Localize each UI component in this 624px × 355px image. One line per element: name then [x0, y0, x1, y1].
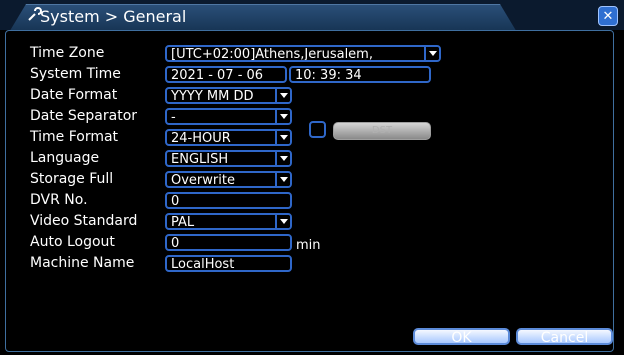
dst-checkbox[interactable] — [309, 121, 326, 138]
auto-logout-label: Auto Logout — [30, 234, 115, 250]
language-value: ENGLISH — [171, 152, 229, 167]
chevron-down-icon — [275, 152, 290, 165]
time-zone-dropdown[interactable]: [UTC+02:00]Athens,Jerusalem, — [165, 45, 441, 62]
video-standard-value: PAL — [171, 215, 195, 230]
date-separator-label: Date Separator — [30, 108, 138, 124]
date-separator-dropdown[interactable]: - — [165, 108, 292, 125]
chevron-down-icon — [275, 110, 290, 123]
time-format-label: Time Format — [30, 129, 119, 145]
chevron-down-icon — [275, 89, 290, 102]
system-time-field[interactable]: 10: 39: 34 — [289, 66, 431, 83]
dvr-no-field[interactable]: 0 — [165, 192, 292, 209]
system-date-field[interactable]: 2021 - 07 - 06 — [165, 66, 287, 83]
chevron-down-icon — [275, 173, 290, 186]
auto-logout-field[interactable]: 0 — [165, 234, 292, 251]
date-format-label: Date Format — [30, 87, 118, 103]
date-format-dropdown[interactable]: YYYY MM DD — [165, 87, 292, 104]
ok-button[interactable]: OK — [413, 328, 510, 346]
time-zone-value: [UTC+02:00]Athens,Jerusalem, — [171, 47, 373, 62]
date-separator-value: - — [171, 110, 176, 125]
cancel-button[interactable]: Cancel — [516, 328, 613, 346]
close-icon: ✕ — [602, 8, 614, 24]
chevron-down-icon — [275, 215, 290, 228]
time-format-value: 24-HOUR — [171, 131, 231, 146]
general-settings-panel: Time Zone [UTC+02:00]Athens,Jerusalem, S… — [5, 30, 614, 352]
storage-full-dropdown[interactable]: Overwrite — [165, 171, 292, 188]
chevron-down-icon — [275, 131, 290, 144]
time-format-dropdown[interactable]: 24-HOUR — [165, 129, 292, 146]
settings-window: System > General ✕ Time Zone [UTC+02:00]… — [0, 0, 624, 355]
dst-button[interactable]: DST — [333, 122, 431, 140]
video-standard-label: Video Standard — [30, 213, 138, 229]
system-time-label: System Time — [30, 66, 121, 82]
dvr-no-label: DVR No. — [30, 192, 88, 208]
close-button[interactable]: ✕ — [598, 6, 618, 26]
machine-name-label: Machine Name — [30, 255, 135, 271]
auto-logout-unit: min — [296, 238, 321, 253]
machine-name-field[interactable]: LocalHost — [165, 255, 292, 272]
chevron-down-icon — [424, 47, 439, 60]
storage-full-value: Overwrite — [171, 173, 235, 188]
video-standard-dropdown[interactable]: PAL — [165, 213, 292, 230]
language-label: Language — [30, 150, 100, 166]
date-format-value: YYYY MM DD — [171, 89, 254, 104]
storage-full-label: Storage Full — [30, 171, 114, 187]
language-dropdown[interactable]: ENGLISH — [165, 150, 292, 167]
time-zone-label: Time Zone — [30, 45, 105, 61]
title-bar: System > General ✕ — [0, 0, 624, 34]
window-title: System > General — [40, 7, 187, 26]
